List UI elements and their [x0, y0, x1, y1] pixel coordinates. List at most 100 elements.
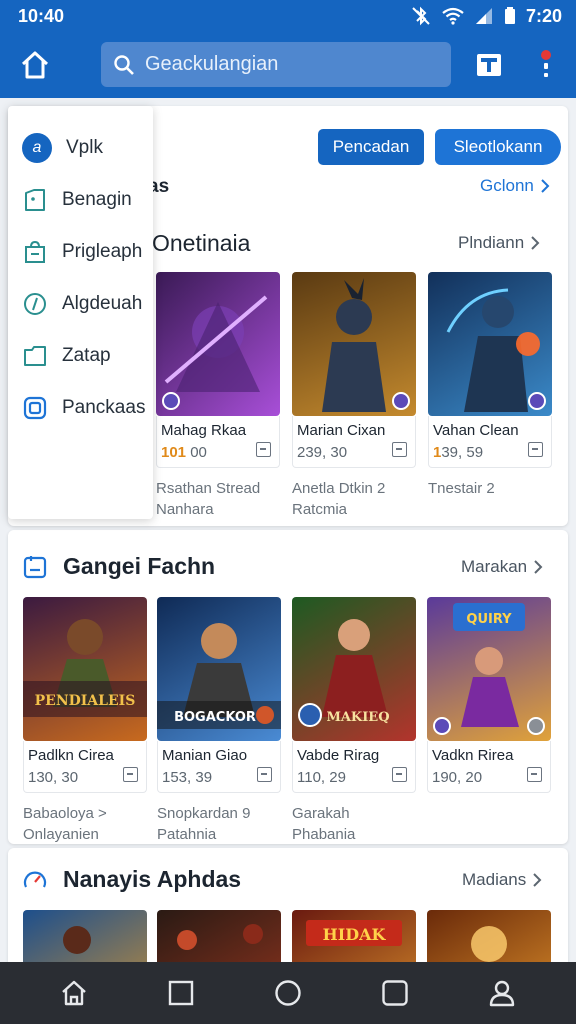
game-info: Vabde Rirag 110, 29: [292, 741, 416, 793]
wishlist-icon[interactable]: [257, 767, 272, 782]
game-cover-image: QUIRY: [427, 597, 551, 741]
game-info: Mahag Rkaa 101 00: [156, 416, 280, 468]
menu-item-benagin[interactable]: Benagin: [8, 174, 153, 226]
section2-title: Gangei Fachn: [63, 553, 216, 579]
search-bar[interactable]: [101, 42, 451, 87]
wishlist-icon[interactable]: [392, 442, 407, 457]
nav-recents-button[interactable]: [159, 971, 203, 1015]
game-title: Vahan Clean: [433, 422, 519, 439]
game-cover-image: [292, 272, 416, 416]
primary-action-button[interactable]: Sleotlokann: [435, 129, 561, 165]
calendar-icon: [23, 556, 47, 579]
cover-art-text: MAKIEQ: [326, 710, 389, 725]
game-title: Marian Cixan: [297, 422, 386, 439]
game-subtitle: Anetla Dtkin 2 Ratcmia: [292, 480, 386, 518]
menu-item-panckaas[interactable]: Panckaas: [8, 382, 153, 434]
home-icon: [21, 51, 49, 79]
menu-item-label: Prigleaph: [62, 241, 143, 262]
more-options-button[interactable]: [534, 46, 558, 84]
game-tile[interactable]: BOGACKOR Manian Giao 153, 39 Snopkardan …: [157, 597, 281, 845]
game-info: Manian Giao 153, 39: [157, 741, 281, 793]
publisher-badge-icon: [527, 717, 545, 735]
game-cover-image: [427, 910, 551, 962]
wishlist-icon[interactable]: [123, 767, 138, 782]
game-tile[interactable]: QUIRY Vadkn Rirea 190, 20: [427, 597, 551, 793]
section1-more-link[interactable]: Plndiann: [458, 233, 540, 253]
game-title: Mahag Rkaa: [161, 422, 247, 439]
game-tile[interactable]: Mahag Rkaa 101 00 Rsathan Stread Nanhara: [156, 272, 280, 520]
wishlist-icon[interactable]: [256, 442, 271, 457]
game-title: Vadkn Rirea: [432, 747, 514, 764]
game-subtitle: Rsathan Stread Nanhara: [156, 480, 261, 518]
category-card: Nanayis Aphdas Madians HIDAK: [8, 848, 568, 962]
status-icons: 7:20: [410, 6, 562, 27]
game-tile[interactable]: Marian Cixan 239, 30 Anetla Dtkin 2 Ratcm…: [292, 272, 416, 520]
menu-item-label: Panckaas: [62, 397, 146, 418]
home-button[interactable]: [18, 48, 52, 82]
battery-icon: [504, 7, 516, 25]
menu-item-algdeuah[interactable]: Algdeuah: [8, 278, 153, 330]
section2-more-link[interactable]: Marakan: [461, 557, 543, 577]
search-input[interactable]: [145, 53, 435, 76]
package-icon: [23, 396, 47, 420]
game-cover-image: [428, 272, 552, 416]
game-title: Vabde Rirag: [297, 747, 380, 764]
game-info: Marian Cixan 239, 30: [292, 416, 416, 468]
game-title: Manian Giao: [162, 747, 248, 764]
folder-icon: [24, 346, 46, 366]
game-subtitle: Snopkardan 9 Patahnia: [157, 805, 251, 843]
wishlist-icon[interactable]: [392, 767, 407, 782]
game-tile[interactable]: [427, 910, 551, 962]
library-button[interactable]: [472, 48, 506, 82]
publisher-badge-icon: [433, 717, 451, 735]
status-time-left: 10:40: [18, 5, 65, 26]
category-card: Gangei Fachn Marakan PENDIALEIS Padlkn C…: [8, 530, 568, 844]
game-info: Vadkn Rirea 190, 20: [427, 741, 551, 793]
menu-item-vplk[interactable]: a Vplk: [8, 122, 153, 174]
chevron-right-icon: [531, 236, 540, 250]
bag-icon: [25, 240, 45, 263]
section-link[interactable]: Gclonn: [480, 176, 550, 196]
game-subtitle: Babaoloya > Onlayanien: [23, 805, 107, 843]
cover-art-text: BOGACKOR: [174, 710, 256, 725]
wifi-icon: [442, 7, 464, 25]
game-subtitle: Tnestair 2: [428, 480, 495, 497]
game-cover-image: BOGACKOR: [157, 597, 281, 741]
gauge-icon: [23, 871, 47, 888]
game-tile[interactable]: MAKIEQ Vabde Rirag 110, 29 Garakah Phaban…: [292, 597, 416, 845]
square-icon: [168, 980, 193, 1006]
tag-icon: [25, 189, 45, 211]
publisher-badge-icon: [392, 392, 410, 410]
game-tile[interactable]: HIDAK: [292, 910, 416, 962]
game-info: Vahan Clean 139, 59: [428, 416, 552, 468]
section3-title: Nanayis Aphdas: [63, 866, 242, 892]
menu-item-label: Vplk: [66, 137, 103, 158]
game-tile[interactable]: [23, 910, 147, 962]
game-tile[interactable]: [157, 910, 281, 962]
menu-item-zatap[interactable]: Zatap: [8, 330, 153, 382]
menu-item-prigleaph[interactable]: Prigleaph: [8, 226, 153, 278]
wishlist-icon[interactable]: [528, 442, 543, 457]
signal-icon: [474, 7, 494, 25]
game-tile[interactable]: Vahan Clean 139, 59 Tnestair 2: [428, 272, 552, 499]
wishlist-icon[interactable]: [527, 767, 542, 782]
section2-more-label: Marakan: [461, 557, 528, 576]
publisher-badge-icon: [528, 392, 546, 410]
chevron-right-icon: [534, 560, 543, 574]
nav-overview-button[interactable]: [373, 971, 417, 1015]
status-time-right: 7:20: [525, 5, 562, 26]
game-tile[interactable]: PENDIALEIS Padlkn Cirea 130, 30 Babaoloy…: [23, 597, 147, 845]
nav-profile-button[interactable]: [480, 971, 524, 1015]
game-cover-image: HIDAK: [292, 910, 416, 962]
game-subtitle: Garakah Phabania: [292, 805, 356, 843]
app-logo-icon: a: [22, 133, 52, 163]
section-link-label: Gclonn: [480, 176, 534, 195]
secondary-action-button[interactable]: Pencadan: [318, 129, 424, 165]
profile-icon: [490, 980, 515, 1007]
nav-home-button[interactable]: [52, 971, 96, 1015]
section3-more-link[interactable]: Madians: [462, 870, 542, 890]
nav-circle-button[interactable]: [266, 971, 310, 1015]
game-cover-image: [23, 910, 147, 962]
section3-more-label: Madians: [462, 870, 527, 889]
cover-art-text: PENDIALEIS: [35, 693, 136, 709]
